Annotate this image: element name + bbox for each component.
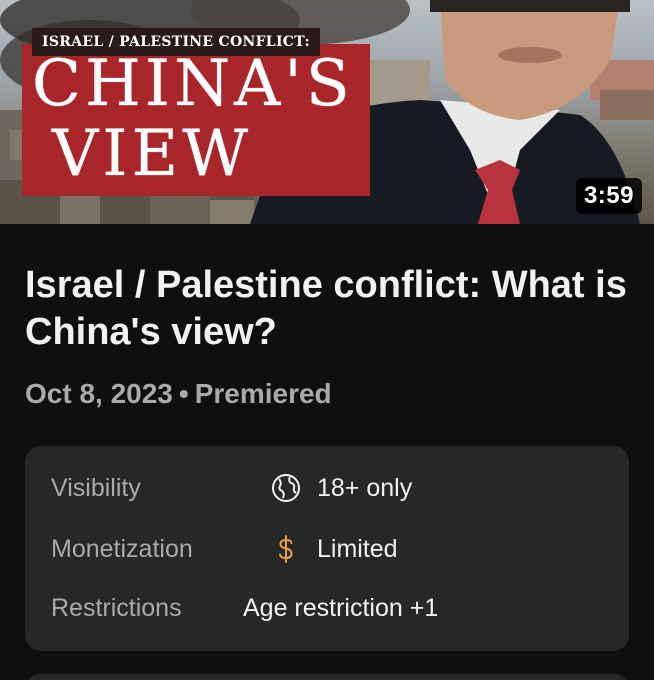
thumbnail-title-banner: CHINA'S VIEW bbox=[22, 44, 370, 196]
visibility-value: 18+ only bbox=[269, 468, 412, 508]
monetization-value: Limited bbox=[269, 529, 398, 569]
restrictions-label: Restrictions bbox=[51, 594, 182, 622]
visibility-row[interactable]: Visibility 18+ only bbox=[51, 468, 611, 508]
publish-date: Oct 8, 2023 bbox=[25, 378, 173, 409]
video-detail-page: CHINA'S VIEW ISRAEL / PALESTINE CONFLICT… bbox=[0, 0, 654, 680]
monetization-row[interactable]: Monetization Limited bbox=[51, 529, 611, 569]
monetization-text: Limited bbox=[317, 535, 398, 563]
video-duration-badge: 3:59 bbox=[575, 178, 642, 214]
banner-headline-line1: CHINA'S bbox=[32, 47, 354, 121]
monetization-label: Monetization bbox=[51, 535, 193, 563]
visibility-text: 18+ only bbox=[317, 474, 413, 502]
visibility-label: Visibility bbox=[51, 474, 141, 502]
video-meta: Oct 8, 2023 • Premiered bbox=[25, 378, 332, 410]
globe-icon bbox=[269, 471, 303, 505]
meta-separator: • bbox=[178, 378, 189, 409]
video-thumbnail[interactable]: CHINA'S VIEW ISRAEL / PALESTINE CONFLICT… bbox=[0, 0, 654, 224]
dollar-icon bbox=[269, 532, 303, 566]
premiere-status: Premiered bbox=[194, 378, 332, 409]
next-card-partial bbox=[25, 674, 629, 680]
restrictions-row[interactable]: Restrictions Age restriction +1 bbox=[51, 588, 611, 628]
video-title: Israel / Palestine conflict: What is Chi… bbox=[25, 264, 627, 353]
banner-headline-line2: VIEW bbox=[52, 117, 252, 191]
banner-subtitle: ISRAEL / PALESTINE CONFLICT: bbox=[32, 28, 320, 56]
restrictions-value: Age restriction +1 bbox=[243, 594, 439, 622]
